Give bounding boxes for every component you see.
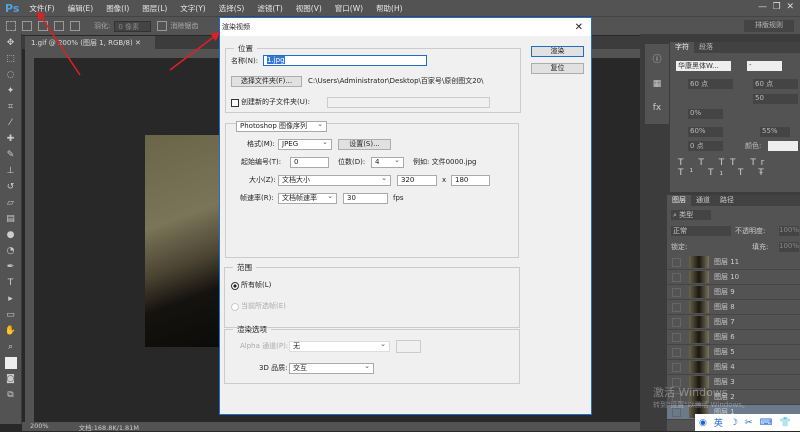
arrow-to-file-menu [37,10,81,76]
arrow-to-dialog [169,32,221,71]
annotation-arrows [37,10,221,76]
